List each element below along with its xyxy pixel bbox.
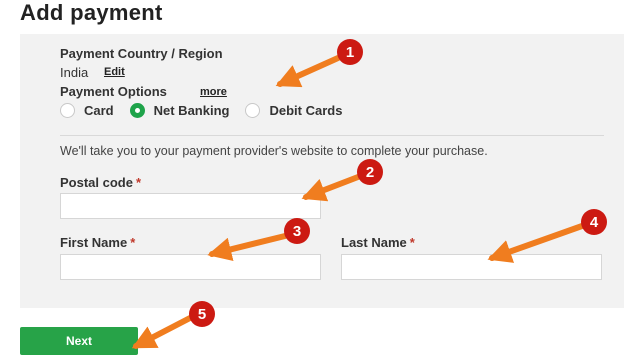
first-name-input[interactable] [60, 254, 321, 280]
radio-debit-cards-label: Debit Cards [269, 103, 343, 118]
payment-options-radio-group: Card Net Banking Debit Cards [60, 103, 358, 118]
postal-code-input[interactable] [60, 193, 321, 219]
redirect-notice: We'll take you to your payment provider'… [60, 144, 488, 158]
last-name-label-text: Last Name [341, 235, 407, 250]
payment-options-label: Payment Options [60, 84, 167, 99]
next-button[interactable]: Next [20, 327, 138, 355]
annotation-number-5: 5 [198, 306, 206, 323]
postal-code-label: Postal code * [60, 175, 141, 190]
last-name-label: Last Name * [341, 235, 415, 250]
required-marker: * [409, 235, 415, 250]
radio-net-banking-label: Net Banking [153, 103, 230, 118]
country-label: Payment Country / Region [60, 46, 223, 61]
radio-card-circle[interactable] [60, 103, 75, 118]
radio-card-label: Card [84, 103, 114, 118]
country-value: India [60, 65, 89, 80]
section-divider [60, 135, 604, 136]
required-marker: * [130, 235, 136, 250]
required-marker: * [135, 175, 142, 190]
last-name-input[interactable] [341, 254, 602, 280]
radio-net-banking-circle[interactable] [129, 103, 145, 118]
radio-debit-cards-circle[interactable] [245, 103, 261, 118]
more-options-link[interactable]: more [200, 86, 227, 98]
edit-country-link[interactable]: Edit [104, 66, 125, 78]
radio-debit-cards[interactable]: Debit Cards [245, 103, 342, 118]
page-title: Add payment [20, 0, 163, 25]
postal-code-label-text: Postal code [60, 175, 133, 190]
first-name-label-text: First Name [60, 235, 128, 250]
first-name-label: First Name * [60, 235, 135, 250]
radio-net-banking[interactable]: Net Banking [129, 103, 230, 118]
radio-card[interactable]: Card [60, 103, 114, 118]
